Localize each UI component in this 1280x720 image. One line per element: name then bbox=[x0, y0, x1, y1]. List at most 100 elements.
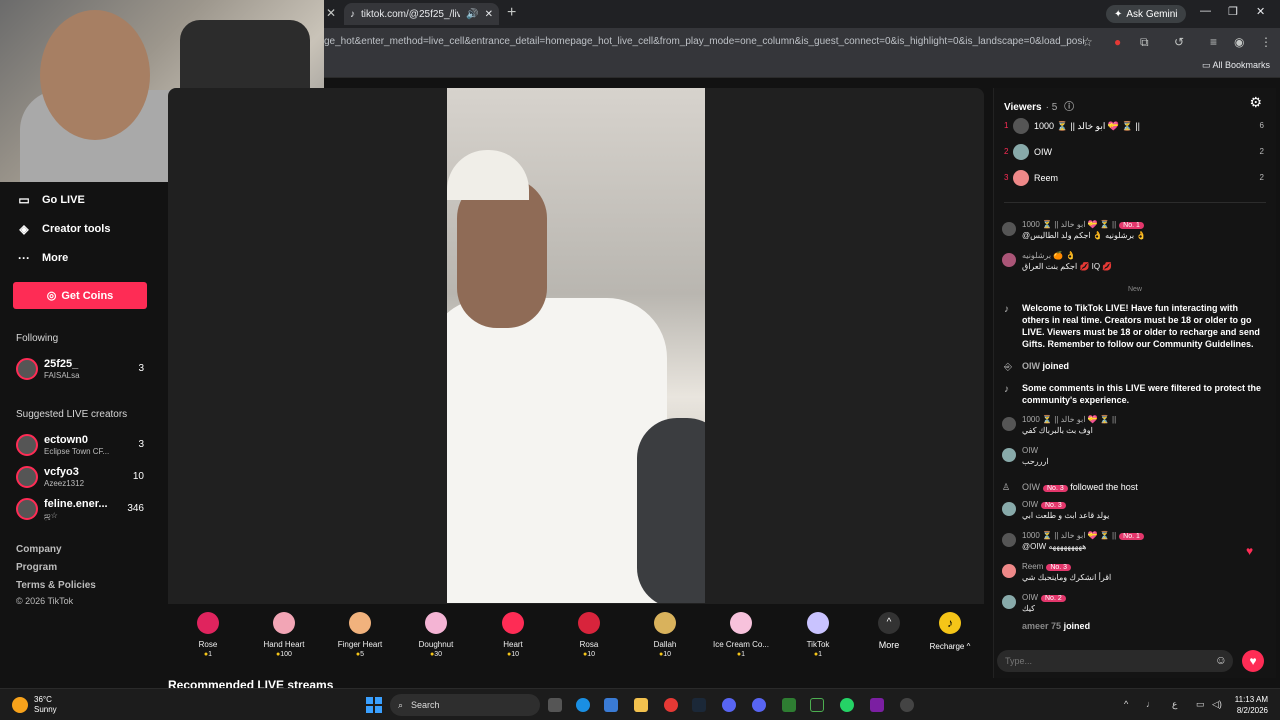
language-icon[interactable]: ع bbox=[1172, 699, 1177, 710]
footer-program-link[interactable]: Program bbox=[16, 562, 57, 573]
footer-company-link[interactable]: Company bbox=[16, 544, 62, 555]
chat-author: Reem No. 3 bbox=[1022, 562, 1072, 571]
gift-rose[interactable]: Rose 1 bbox=[170, 612, 246, 658]
top-viewer-row[interactable]: 2 OIW 2 bbox=[1004, 144, 1264, 162]
viewer-name: OIW bbox=[1034, 147, 1052, 157]
creator-name: vcfyo3 bbox=[44, 466, 79, 478]
more-link[interactable]: ··· More bbox=[16, 251, 68, 265]
extension-icon[interactable]: ● bbox=[1114, 35, 1121, 49]
new-tab-button[interactable]: + bbox=[507, 4, 516, 22]
clock-date: 8/2/2026 bbox=[1236, 706, 1268, 715]
speaker-icon[interactable]: 🔊 bbox=[466, 9, 478, 20]
app-icon[interactable] bbox=[870, 698, 884, 712]
store-icon[interactable] bbox=[604, 698, 618, 712]
menu-kebab-icon[interactable]: ⋮ bbox=[1260, 35, 1272, 49]
weather-text: Sunny bbox=[34, 705, 57, 714]
viewers-heading: Viewers · 5 ⓘ bbox=[1004, 98, 1074, 113]
ask-gemini-button[interactable]: ✦ Ask Gemini bbox=[1106, 5, 1186, 23]
close-tab-icon[interactable]: ✕ bbox=[485, 9, 493, 20]
edge-icon[interactable] bbox=[576, 698, 590, 712]
chevron-up-icon: ^ bbox=[878, 612, 900, 634]
join-message: ameer 75 joined bbox=[1000, 620, 1272, 632]
suggested-item[interactable]: feline.ener... ஜ☆ 346 bbox=[16, 496, 146, 524]
join-line: ameer 75 joined bbox=[1022, 620, 1267, 632]
avatar bbox=[1013, 170, 1029, 186]
discord-icon[interactable] bbox=[722, 698, 736, 712]
monitor-icon[interactable]: ▭ bbox=[1196, 699, 1205, 710]
gift-dallah[interactable]: Dallah 10 bbox=[627, 612, 703, 658]
windows-start-icon[interactable] bbox=[366, 697, 382, 713]
gift-hand-heart[interactable]: Hand Heart 100 bbox=[246, 612, 322, 658]
live-video[interactable] bbox=[447, 88, 705, 603]
clock[interactable]: 11:13 AM 8/2/2026 bbox=[1235, 694, 1268, 716]
address-bar[interactable]: ge_hot&enter_method=live_cell&entrance_d… bbox=[324, 32, 1084, 52]
chevron-up-icon[interactable]: ^ bbox=[1124, 699, 1128, 709]
minimize-button[interactable]: — bbox=[1200, 5, 1211, 17]
whatsapp-icon[interactable] bbox=[840, 698, 854, 712]
windows-taskbar: 36°C Sunny ⌕ Search ^ ♩ ع ▭ ◁) 11:13 AM 8… bbox=[0, 688, 1280, 720]
profile-avatar-icon[interactable]: ◉ bbox=[1234, 35, 1244, 49]
microphone-icon[interactable]: ♩ bbox=[1146, 699, 1155, 709]
gift-name: TikTok bbox=[806, 640, 830, 649]
go-live-label: Go LIVE bbox=[42, 194, 85, 206]
app-icon[interactable] bbox=[782, 698, 796, 712]
creator-tools-link[interactable]: ◈ Creator tools bbox=[16, 222, 110, 236]
gift-rosa[interactable]: Rosa 10 bbox=[551, 612, 627, 658]
following-item[interactable]: 25f25_ FAISALsa 3 bbox=[16, 356, 146, 384]
discord-ptb-icon[interactable] bbox=[752, 698, 766, 712]
restore-button[interactable]: ❐ bbox=[1228, 5, 1238, 18]
avatar bbox=[1002, 502, 1016, 516]
robe-shape bbox=[447, 298, 667, 603]
emoji-icon[interactable]: ☺ bbox=[1215, 653, 1227, 667]
app-icon[interactable] bbox=[810, 698, 824, 712]
window-close-button[interactable]: ✕ bbox=[1256, 5, 1265, 18]
welcome-text: Welcome to TikTok LIVE! Have fun interac… bbox=[1022, 303, 1260, 349]
top-viewer-row[interactable]: 3 Reem 2 bbox=[1004, 170, 1264, 188]
chat-input-box[interactable]: ☺ bbox=[997, 650, 1233, 672]
task-view-icon[interactable] bbox=[548, 698, 562, 712]
go-live-link[interactable]: ▭ Go LIVE bbox=[16, 193, 85, 207]
file-explorer-icon[interactable] bbox=[634, 698, 648, 712]
follow-text: followed the host bbox=[1070, 482, 1138, 492]
chat-text: يولد قاعد ابث و طلعت ابي bbox=[1022, 511, 1110, 520]
gift-tiktok[interactable]: TikTok 1 bbox=[780, 612, 856, 658]
chat-input[interactable] bbox=[1005, 653, 1205, 669]
gear-icon[interactable]: ⚙ bbox=[1249, 94, 1262, 111]
chat-text: اقرأ انشكرك وماينحبك شي bbox=[1022, 573, 1112, 582]
gift-finger-heart[interactable]: Finger Heart 5 bbox=[322, 612, 398, 658]
browser-tab[interactable]: ♪ tiktok.com/@25f25_/live?e 🔊 ✕ bbox=[344, 3, 499, 25]
chrome-icon[interactable] bbox=[664, 698, 678, 712]
history-icon[interactable]: ↺ bbox=[1174, 35, 1184, 49]
suggested-item[interactable]: ectown0 Eclipse Town CF... 3 bbox=[16, 432, 146, 460]
chat-text: @OIW هههههههههه bbox=[1022, 542, 1087, 551]
top-viewer-row[interactable]: 1 1000 ⏳ || ابو خالد 💝 ⏳ || 6 bbox=[1004, 118, 1264, 136]
suggested-item[interactable]: vcfyo3 Azeez1312 10 bbox=[16, 464, 146, 492]
steam-icon[interactable] bbox=[692, 698, 706, 712]
weather-widget[interactable]: 36°C Sunny bbox=[12, 695, 57, 715]
gift-ice-cream[interactable]: Ice Cream Co... 1 bbox=[703, 612, 779, 658]
like-heart-button[interactable]: ♥ bbox=[1242, 650, 1264, 672]
clock-time: 11:13 AM bbox=[1234, 695, 1268, 704]
all-bookmarks-button[interactable]: ▭ All Bookmarks bbox=[1202, 60, 1270, 71]
close-tab-icon[interactable]: ✕ bbox=[326, 6, 336, 20]
follow-icon: ♙ bbox=[1002, 482, 1011, 492]
recharge-button[interactable]: ♪ Recharge ^ bbox=[920, 612, 980, 651]
bookmark-star-icon[interactable]: ☆ bbox=[1082, 35, 1093, 49]
taskbar-search[interactable]: ⌕ Search bbox=[390, 694, 540, 716]
viewer-count: 3 bbox=[138, 439, 144, 450]
extensions-puzzle-icon[interactable]: ⧉ bbox=[1140, 35, 1149, 50]
chat-author: OIW No. 2 bbox=[1022, 593, 1066, 602]
info-icon[interactable]: ⓘ bbox=[1064, 102, 1074, 113]
hand-heart-icon bbox=[273, 612, 295, 634]
avatar bbox=[1002, 417, 1016, 431]
footer-terms-link[interactable]: Terms & Policies bbox=[16, 580, 96, 591]
gift-price: 10 bbox=[475, 651, 551, 658]
gift-doughnut[interactable]: Doughnut 30 bbox=[398, 612, 474, 658]
gift-heart[interactable]: Heart 10 bbox=[475, 612, 551, 658]
viewer-score: 2 bbox=[1259, 173, 1264, 182]
more-gifts-button[interactable]: ^ More bbox=[872, 612, 906, 650]
get-coins-button[interactable]: ◎ Get Coins bbox=[13, 282, 147, 309]
settings-icon[interactable] bbox=[900, 698, 914, 712]
volume-icon[interactable]: ◁) bbox=[1212, 699, 1222, 710]
media-icon[interactable]: ≡ bbox=[1210, 35, 1217, 49]
